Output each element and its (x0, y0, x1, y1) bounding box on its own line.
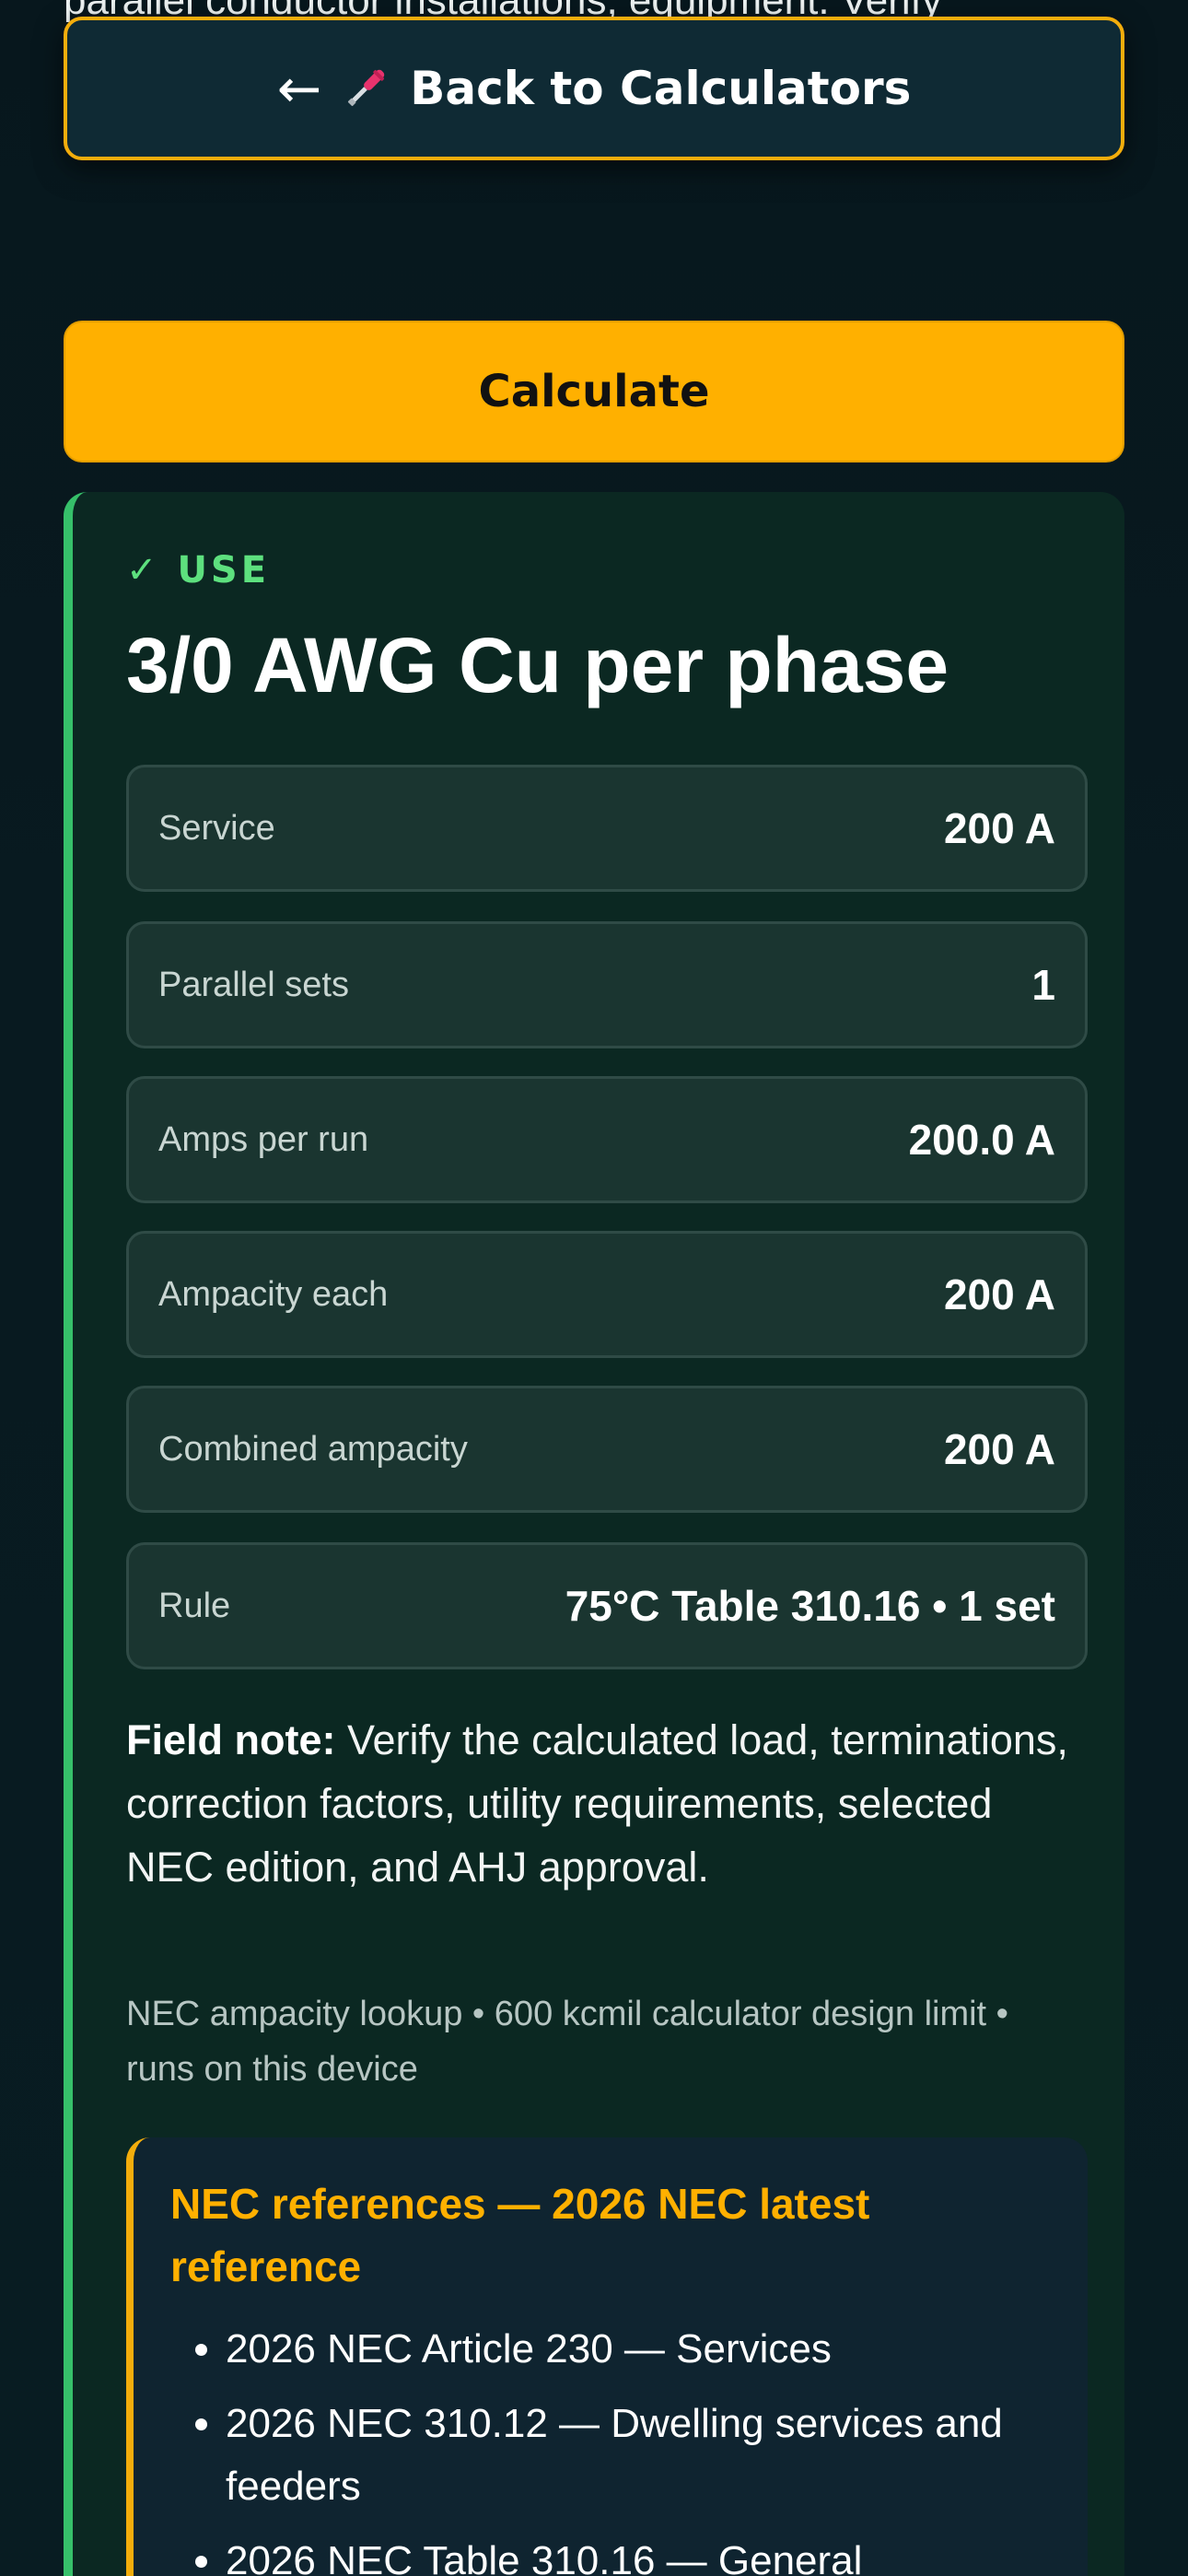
stat-value: 200.0 A (908, 1116, 1055, 1164)
stat-value: 200 A (943, 804, 1055, 852)
list-item: 2026 NEC Table 310.16 — General (226, 2530, 1110, 2576)
status-label: USE (177, 549, 271, 591)
stat-label: Amps per run (158, 1119, 369, 1159)
screwdriver-icon (338, 61, 393, 116)
status-badge: ✓ USE (126, 549, 270, 591)
calculate-button[interactable]: Calculate (64, 321, 1124, 463)
stat-row-ampacity-each: Ampacity each 200 A (126, 1231, 1088, 1358)
stat-row-parallel-sets: Parallel sets 1 (126, 921, 1088, 1048)
stat-label: Service (158, 808, 275, 848)
back-to-calculators-button[interactable]: ← Back to Calculators (64, 17, 1124, 160)
stat-label: Ampacity each (158, 1274, 389, 1314)
nec-references-list: 2026 NEC Article 230 — Services 2026 NEC… (170, 2318, 1110, 2576)
nec-references-panel: NEC references — 2026 NEC latest referen… (126, 2137, 1088, 2576)
calculation-meta: NEC ampacity lookup • 600 kcmil calculat… (126, 1995, 1008, 2089)
stat-value: 200 A (943, 1425, 1055, 1473)
stat-row-rule: Rule 75°C Table 310.16 • 1 set (126, 1542, 1088, 1669)
result-title: 3/0 AWG Cu per phase (126, 622, 949, 708)
stat-row-amps-per-run: Amps per run 200.0 A (126, 1076, 1088, 1203)
nec-references-title: NEC references — 2026 NEC latest referen… (170, 2180, 870, 2290)
result-card: ✓ USE 3/0 AWG Cu per phase Service 200 A… (64, 492, 1124, 2576)
back-arrow-icon: ← (276, 57, 322, 120)
stat-row-combined-ampacity: Combined ampacity 200 A (126, 1386, 1088, 1513)
list-item: 2026 NEC 310.12 — Dwelling services and … (226, 2393, 1110, 2518)
stat-row-service: Service 200 A (126, 765, 1088, 892)
stat-label: Rule (158, 1586, 231, 1625)
back-button-label: Back to Calculators (410, 62, 912, 115)
field-note-label: Field note: (126, 1716, 336, 1763)
checkmark-icon: ✓ (126, 549, 161, 591)
calculator-result-page: parallel conductor installations, equipm… (0, 0, 1188, 2576)
stat-value: 200 A (943, 1270, 1055, 1318)
stat-value: 75°C Table 310.16 • 1 set (565, 1582, 1055, 1630)
stat-label: Combined ampacity (158, 1429, 468, 1469)
stat-label: Parallel sets (158, 965, 349, 1004)
stat-value: 1 (1031, 961, 1055, 1009)
field-note: Field note: Verify the calculated load, … (126, 1708, 1084, 1899)
list-item: 2026 NEC Article 230 — Services (226, 2318, 1110, 2381)
